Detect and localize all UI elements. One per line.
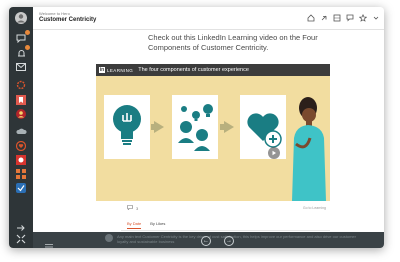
settings-icon[interactable]: [14, 79, 28, 91]
comment-count-row: 3: [127, 205, 138, 211]
tab-by-likes[interactable]: By Likes: [150, 221, 165, 229]
mail-icon[interactable]: [14, 61, 28, 73]
comment-icon: [127, 205, 133, 211]
avatar[interactable]: [14, 12, 28, 24]
play-button[interactable]: [268, 147, 280, 159]
notification-badge: [25, 30, 30, 35]
heart-icon[interactable]: [14, 140, 28, 152]
arrow-stem: [151, 124, 155, 130]
comment-sort-tabs: By Date By Likes: [127, 221, 165, 229]
page-header: Welcome to Hero Customer Centricity: [33, 7, 384, 30]
lightbulb-slide: [104, 95, 150, 159]
linkedin-learning-logo: in LEARNING: [99, 67, 133, 73]
people-ideas-icon: [178, 104, 213, 151]
chat-icon[interactable]: [346, 14, 354, 22]
home-icon[interactable]: [307, 14, 315, 22]
apps-icon[interactable]: [14, 168, 28, 180]
post-headline: Check out this LinkedIn Learning video o…: [148, 33, 318, 52]
lightbulb-icon: [113, 105, 141, 145]
list-icon[interactable]: [45, 237, 53, 248]
video-title: The four components of customer experien…: [138, 67, 249, 73]
app-icon-blue[interactable]: [14, 182, 28, 194]
video-player[interactable]: in LEARNING The four components of custo…: [96, 64, 330, 201]
next-button[interactable]: →: [224, 236, 234, 246]
people-ideas-slide: [172, 95, 218, 159]
linkedin-logo-mark: in: [99, 67, 105, 73]
star-icon[interactable]: [359, 14, 367, 22]
arrow-icon: [154, 121, 164, 133]
footer-bar: Any main text Customer Centricity is the…: [33, 232, 384, 248]
brand-label: LEARNING: [107, 67, 134, 73]
chat-icon[interactable]: [14, 30, 30, 44]
tabs-divider: [121, 230, 330, 231]
avatar: [105, 234, 113, 242]
arrow-icon: [224, 121, 234, 133]
breadcrumb[interactable]: Welcome to Hero: [39, 11, 70, 16]
bookmark-icon[interactable]: [14, 94, 28, 106]
people-icon[interactable]: [14, 108, 28, 120]
tab-by-date[interactable]: By Date: [127, 221, 142, 229]
presenter-illustration: [292, 97, 326, 201]
go-to-learning-link[interactable]: Go to Learning: [303, 206, 326, 210]
grid-icon[interactable]: [14, 154, 28, 166]
faded-post-text: Any main text Customer Centricity is the…: [117, 234, 356, 244]
chevron-down-icon[interactable]: [372, 14, 380, 22]
expand-icon[interactable]: [14, 233, 28, 245]
header-toolbar: [307, 14, 380, 22]
video-title-bar: in LEARNING The four components of custo…: [96, 64, 330, 76]
notification-badge: [25, 45, 30, 50]
page-title: Customer Centricity: [39, 17, 97, 23]
link-icon[interactable]: [320, 14, 328, 22]
left-rail: [9, 7, 33, 248]
comment-count: 3: [136, 205, 139, 211]
grid-icon[interactable]: [333, 14, 341, 22]
arrow-stem: [220, 124, 224, 130]
cloud-icon[interactable]: [14, 125, 28, 137]
prev-button[interactable]: ←: [201, 236, 211, 246]
post-content: Check out this LinkedIn Learning video o…: [33, 30, 384, 248]
bell-icon[interactable]: [14, 45, 30, 59]
app-window: Welcome to Hero Customer Centricity Chec…: [9, 7, 384, 248]
